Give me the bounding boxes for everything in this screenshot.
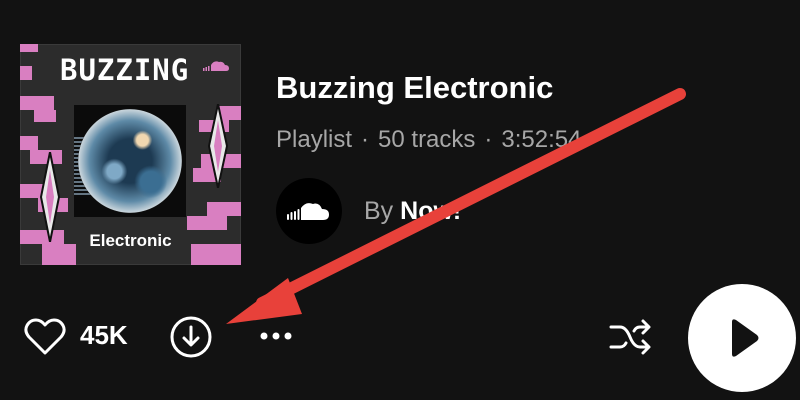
more-dots-icon: [260, 332, 292, 340]
playlist-title: Buzzing Electronic: [276, 70, 554, 105]
soundcloud-icon: [203, 61, 229, 71]
author-avatar[interactable]: [276, 178, 342, 244]
playlist-type: Playlist: [276, 126, 353, 153]
art-disc: [78, 109, 182, 213]
art-pattern: [207, 202, 241, 216]
art-pattern: [20, 96, 54, 110]
art-pattern: [34, 110, 56, 122]
artwork-title: BUZZING: [60, 53, 190, 87]
track-count: 50 tracks: [378, 126, 476, 153]
art-pattern: [20, 66, 32, 80]
spike-ornament-left: [39, 152, 61, 242]
more-options-button[interactable]: [256, 324, 296, 348]
author-text[interactable]: By Now!: [364, 197, 461, 226]
playlist-meta: Playlist · 50 tracks · 3:52:54: [276, 126, 581, 154]
play-button[interactable]: [688, 284, 796, 392]
download-icon: [170, 316, 212, 358]
playlist-duration: 3:52:54: [501, 126, 582, 153]
author-name[interactable]: Now!: [400, 197, 461, 225]
playlist-artwork[interactable]: BUZZING Electronic: [20, 44, 241, 265]
artwork-center-image: [74, 105, 186, 217]
spike-ornament-right: [207, 104, 229, 188]
meta-separator: ·: [484, 126, 493, 153]
shuffle-icon: [609, 319, 651, 355]
soundcloud-logo-icon: [287, 203, 329, 220]
meta-separator: ·: [361, 126, 370, 153]
play-icon: [732, 319, 759, 357]
heart-icon: [24, 318, 66, 355]
author-prefix: By: [364, 196, 394, 225]
like-count: 45K: [80, 320, 128, 350]
download-button[interactable]: [168, 314, 214, 360]
art-pattern: [20, 136, 38, 150]
like-button[interactable]: [22, 314, 68, 360]
art-pattern: [20, 44, 38, 52]
artwork-genre-label: Electronic: [89, 231, 172, 250]
shuffle-button[interactable]: [606, 314, 654, 360]
author-row[interactable]: By Now!: [276, 178, 461, 244]
art-pattern: [187, 216, 227, 230]
